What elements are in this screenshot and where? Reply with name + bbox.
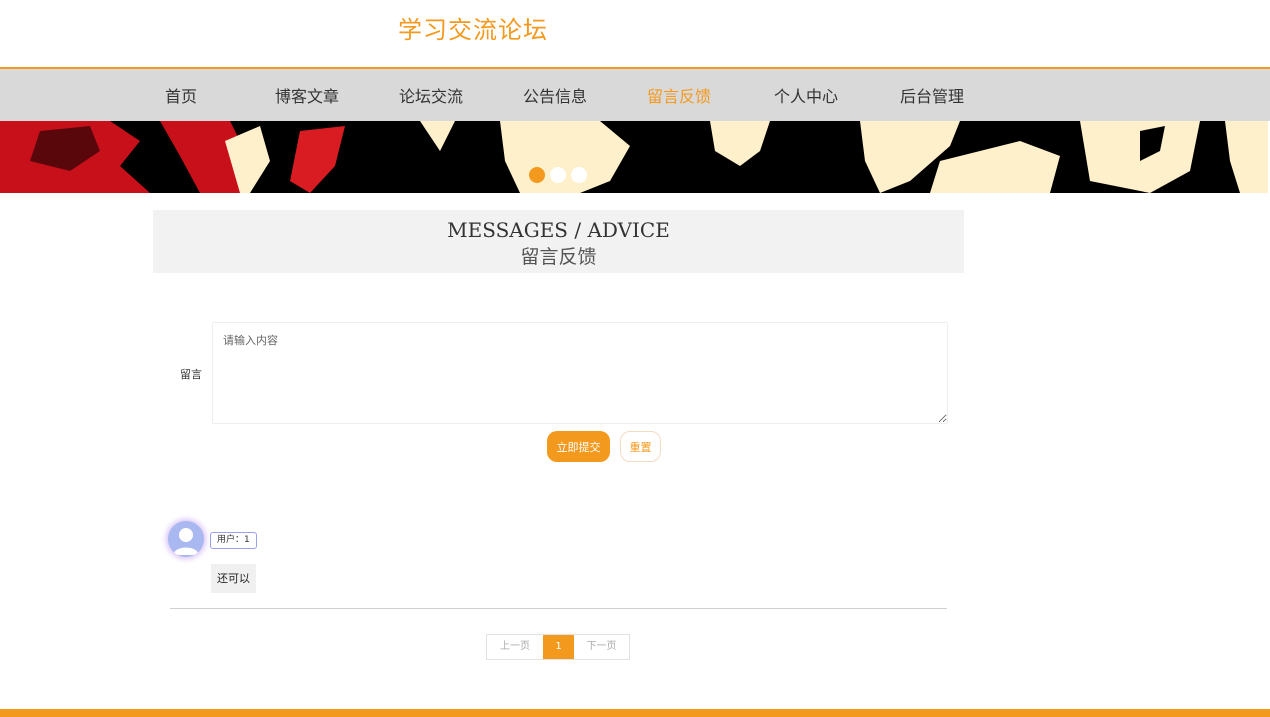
- message-input[interactable]: [212, 322, 948, 424]
- pagination: 上一页 1 下一页: [486, 634, 630, 660]
- nav-item-blog[interactable]: 博客文章: [275, 83, 339, 107]
- carousel-dot-2[interactable]: [550, 167, 566, 183]
- prev-page-button[interactable]: 上一页: [487, 635, 543, 659]
- nav-item-forum[interactable]: 论坛交流: [399, 83, 463, 107]
- nav-item-feedback[interactable]: 留言反馈: [647, 83, 711, 107]
- nav-item-announcements[interactable]: 公告信息: [523, 83, 587, 107]
- footer-bar: [0, 709, 1270, 717]
- carousel-dot-1[interactable]: [529, 167, 545, 183]
- site-title: 学习交流论坛: [398, 16, 548, 44]
- banner-image: [0, 121, 1268, 193]
- section-title-cn: 留言反馈: [520, 246, 597, 268]
- carousel-dot-3[interactable]: [571, 167, 587, 183]
- user-avatar-icon: [168, 521, 204, 557]
- comment-user-badge: 用户：1: [210, 532, 257, 549]
- banner-carousel[interactable]: [0, 121, 1268, 193]
- section-header: MESSAGES / ADVICE 留言反馈: [153, 210, 964, 273]
- main-navbar: 首页 博客文章 论坛交流 公告信息 留言反馈 个人中心 后台管理: [0, 67, 1270, 121]
- comment-divider: [170, 608, 947, 609]
- nav-item-home[interactable]: 首页: [165, 83, 197, 107]
- submit-button[interactable]: 立即提交: [547, 431, 610, 462]
- nav-item-profile[interactable]: 个人中心: [774, 83, 838, 107]
- comment-text: 还可以: [211, 564, 256, 593]
- next-page-button[interactable]: 下一页: [574, 635, 629, 659]
- message-label: 留言: [180, 368, 202, 381]
- section-title-en: MESSAGES / ADVICE: [447, 218, 670, 242]
- nav-item-admin[interactable]: 后台管理: [900, 83, 964, 107]
- reset-button[interactable]: 重置: [620, 431, 661, 462]
- current-page[interactable]: 1: [543, 635, 574, 659]
